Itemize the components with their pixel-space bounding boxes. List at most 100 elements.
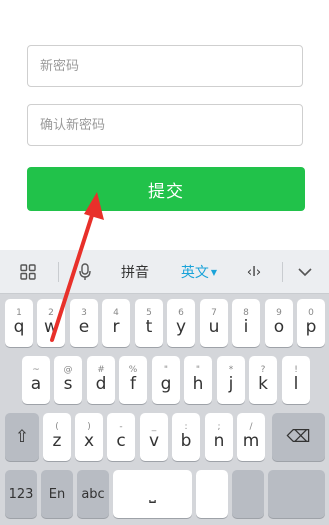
language-key[interactable]: En xyxy=(41,470,73,518)
key-label: w xyxy=(44,316,58,337)
confirm-password-field[interactable] xyxy=(27,104,303,146)
cursor-control-button[interactable]: ‹I› xyxy=(236,250,272,294)
backspace-icon: ⌫ xyxy=(286,426,311,447)
chevron-down-icon[interactable] xyxy=(290,250,320,294)
new-password-input[interactable] xyxy=(38,45,302,87)
key-sub-label: 6 xyxy=(178,307,184,318)
key-label: v xyxy=(148,430,160,451)
key-sub-label: 7 xyxy=(211,307,217,318)
key-z[interactable]: (z xyxy=(43,413,71,461)
confirm-password-input[interactable] xyxy=(38,104,302,146)
key-m[interactable]: / m xyxy=(237,413,265,461)
key-b[interactable]: :b xyxy=(172,413,200,461)
key-label: 123 xyxy=(8,486,34,502)
key-e[interactable]: 3e xyxy=(70,299,98,347)
key-sub-label: 3 xyxy=(81,307,87,318)
key-sub-label: 5 xyxy=(146,307,152,318)
key-sub-label: 2 xyxy=(48,307,54,318)
space-key[interactable]: ⎵ xyxy=(113,470,192,518)
key-sub-label: ; xyxy=(217,421,221,432)
key-c[interactable]: -c xyxy=(107,413,135,461)
key-sub-label: " xyxy=(163,364,169,375)
key-sub-label: 8 xyxy=(243,307,249,318)
key-label: b xyxy=(180,430,192,451)
key-f[interactable]: % f xyxy=(119,356,147,404)
toolbar-divider xyxy=(282,262,283,282)
key-x[interactable]: ) x xyxy=(75,413,103,461)
key-label: x xyxy=(83,430,95,451)
key-sub-label: ! xyxy=(294,364,298,375)
key-label: r xyxy=(112,316,120,337)
key-w[interactable]: 2w xyxy=(37,299,65,347)
key-sub-label: @ xyxy=(63,364,73,375)
enter-key[interactable] xyxy=(268,470,325,518)
key-q[interactable]: 1q xyxy=(5,299,33,347)
english-mode[interactable]: 英文 ▼ xyxy=(172,250,226,294)
key-label: f xyxy=(130,373,136,394)
key-label: s xyxy=(63,373,73,394)
key-sub-label: 9 xyxy=(276,307,282,318)
key-sub-label: " xyxy=(195,364,201,375)
soft-keyboard: 拼音 英文 ▼ ‹I› 1q 2w 3e 4r 5t 6y 7u 8i 9o 0… xyxy=(0,250,329,525)
key-k[interactable]: ? k xyxy=(249,356,277,404)
key-u[interactable]: 7u xyxy=(200,299,228,347)
key-label: t xyxy=(145,316,153,337)
key-a[interactable]: ~ a xyxy=(22,356,50,404)
key-sub-label: * xyxy=(228,364,234,375)
key-label: e xyxy=(78,316,90,337)
key-n[interactable]: ; n xyxy=(205,413,233,461)
key-s[interactable]: @ s xyxy=(54,356,82,404)
key-sub-label: / xyxy=(249,421,253,432)
key-p[interactable]: 0p xyxy=(297,299,325,347)
key-sub-label: ~ xyxy=(32,364,40,375)
shift-key[interactable]: ⇧ xyxy=(5,413,39,461)
keyboard-toolbar: 拼音 英文 ▼ ‹I› xyxy=(0,250,329,294)
pinyin-mode[interactable]: 拼音 xyxy=(112,250,158,294)
key-label: a xyxy=(30,373,42,394)
key-label: c xyxy=(116,430,126,451)
english-mode-label: 英文 xyxy=(180,265,209,281)
numbers-key[interactable]: 123 xyxy=(5,470,37,518)
key-i[interactable]: 8i xyxy=(232,299,260,347)
grid-icon[interactable] xyxy=(10,250,46,294)
key-t[interactable]: 5t xyxy=(135,299,163,347)
key-label: En xyxy=(48,486,66,502)
key-g[interactable]: " g xyxy=(152,356,180,404)
backspace-key[interactable]: ⌫ xyxy=(272,413,325,461)
caret-down-icon: ▼ xyxy=(210,267,218,277)
key-label: z xyxy=(52,430,62,451)
abc-key[interactable]: abc xyxy=(77,470,109,518)
key-sub-label: % xyxy=(128,364,138,375)
key-sub-label: - xyxy=(119,421,123,432)
key-v[interactable]: _ v xyxy=(140,413,168,461)
key-l[interactable]: ! l xyxy=(282,356,310,404)
key-label: p xyxy=(305,316,317,337)
key-sub-label: : xyxy=(184,421,188,432)
key-label: i xyxy=(243,316,249,337)
key-y[interactable]: 6y xyxy=(167,299,195,347)
new-password-field[interactable] xyxy=(27,45,303,87)
key-label: q xyxy=(13,316,25,337)
blank-key[interactable] xyxy=(232,470,264,518)
key-sub-label: 0 xyxy=(308,307,314,318)
key-j[interactable]: * j xyxy=(217,356,245,404)
key-label: d xyxy=(95,373,107,394)
key-label: m xyxy=(242,430,260,451)
key-label: g xyxy=(160,373,172,394)
key-label: h xyxy=(192,373,204,394)
toolbar-divider xyxy=(58,262,59,282)
submit-button[interactable]: 提交 xyxy=(27,167,305,211)
key-sub-label: ) xyxy=(87,421,91,432)
microphone-icon[interactable] xyxy=(70,250,100,294)
space-icon: ⎵ xyxy=(149,483,156,504)
key-sub-label: ( xyxy=(55,421,59,432)
key-r[interactable]: 4r xyxy=(102,299,130,347)
key-label: j xyxy=(228,373,234,394)
key-sub-label: # xyxy=(97,364,105,375)
key-o[interactable]: 9o xyxy=(265,299,293,347)
key-h[interactable]: " h xyxy=(184,356,212,404)
key-d[interactable]: # d xyxy=(87,356,115,404)
blank-key[interactable] xyxy=(196,470,228,518)
key-label: n xyxy=(213,430,225,451)
key-label: l xyxy=(293,373,299,394)
